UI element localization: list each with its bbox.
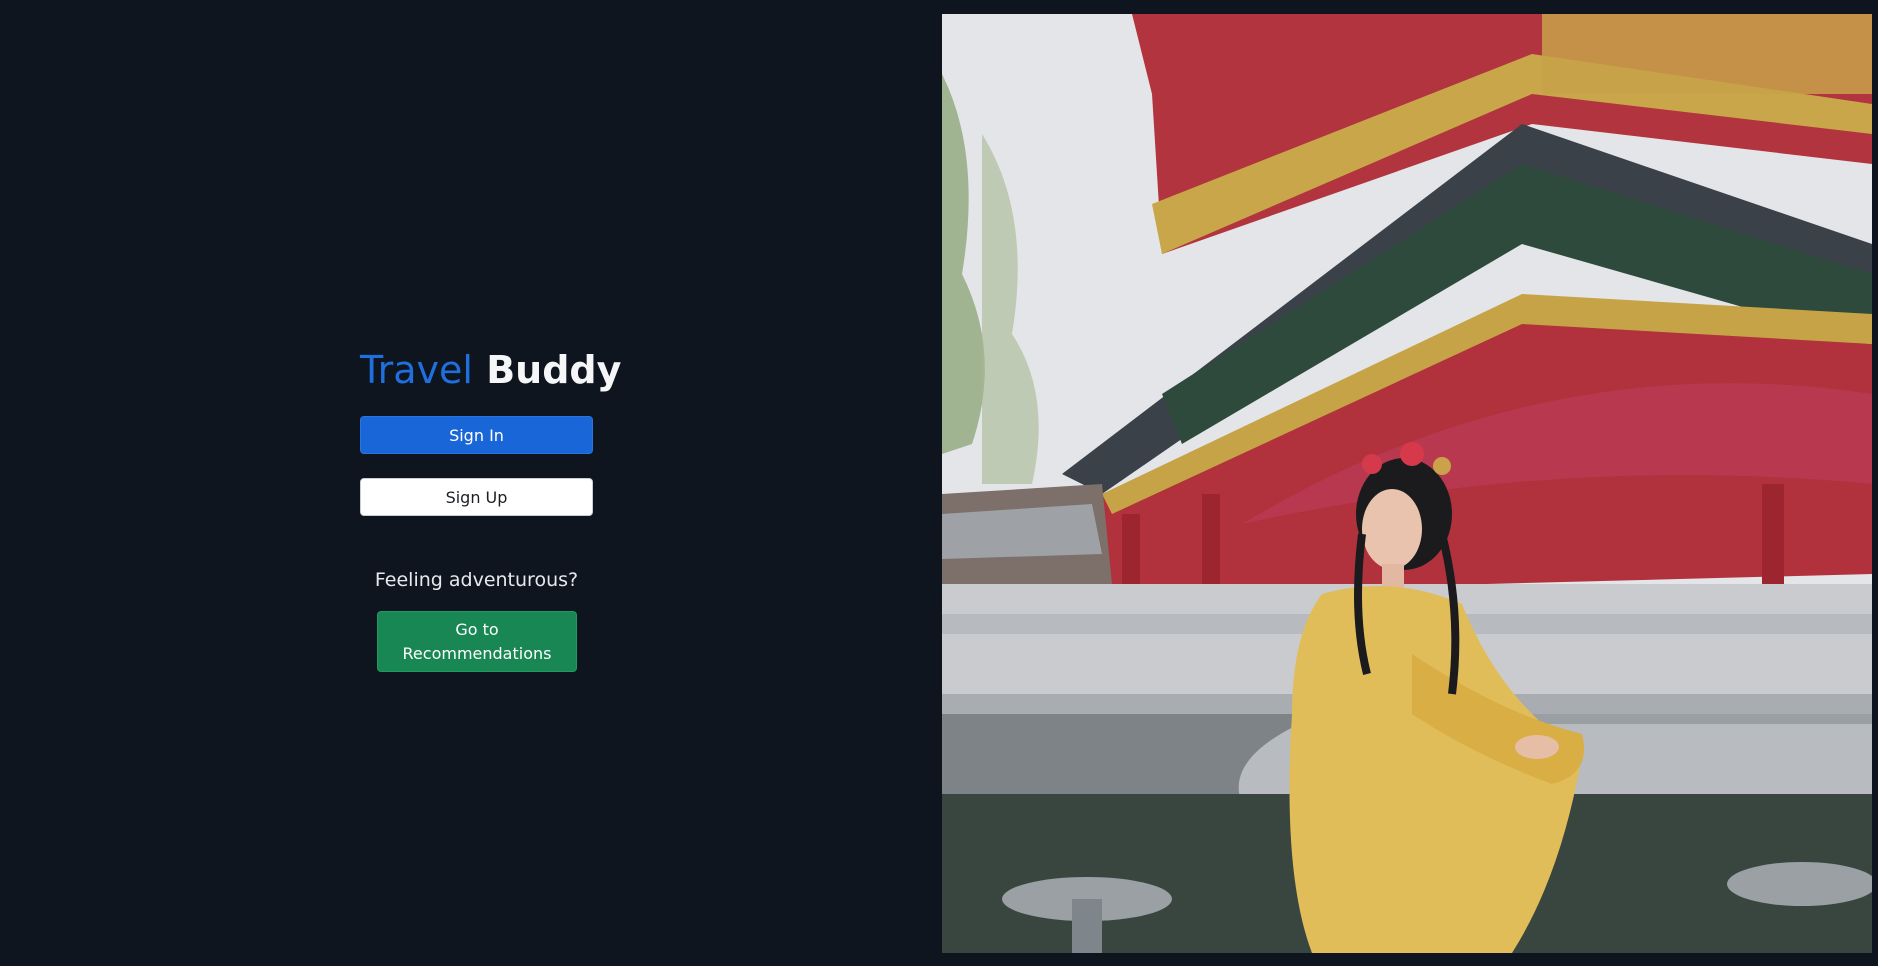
auth-panel: Travel Buddy Sign In Sign Up Feeling adv… bbox=[0, 0, 942, 966]
brand-word-travel: Travel bbox=[360, 348, 473, 392]
pagoda-photo bbox=[942, 14, 1872, 953]
hero-image bbox=[942, 14, 1872, 953]
go-to-recommendations-button[interactable]: Go to Recommendations bbox=[377, 611, 577, 672]
adventure-prompt: Feeling adventurous? bbox=[374, 569, 579, 591]
brand-word-buddy: Buddy bbox=[486, 348, 622, 392]
app-logo-title: Travel Buddy bbox=[360, 342, 621, 398]
sign-in-button[interactable]: Sign In bbox=[360, 416, 593, 454]
sign-up-button[interactable]: Sign Up bbox=[360, 478, 593, 516]
